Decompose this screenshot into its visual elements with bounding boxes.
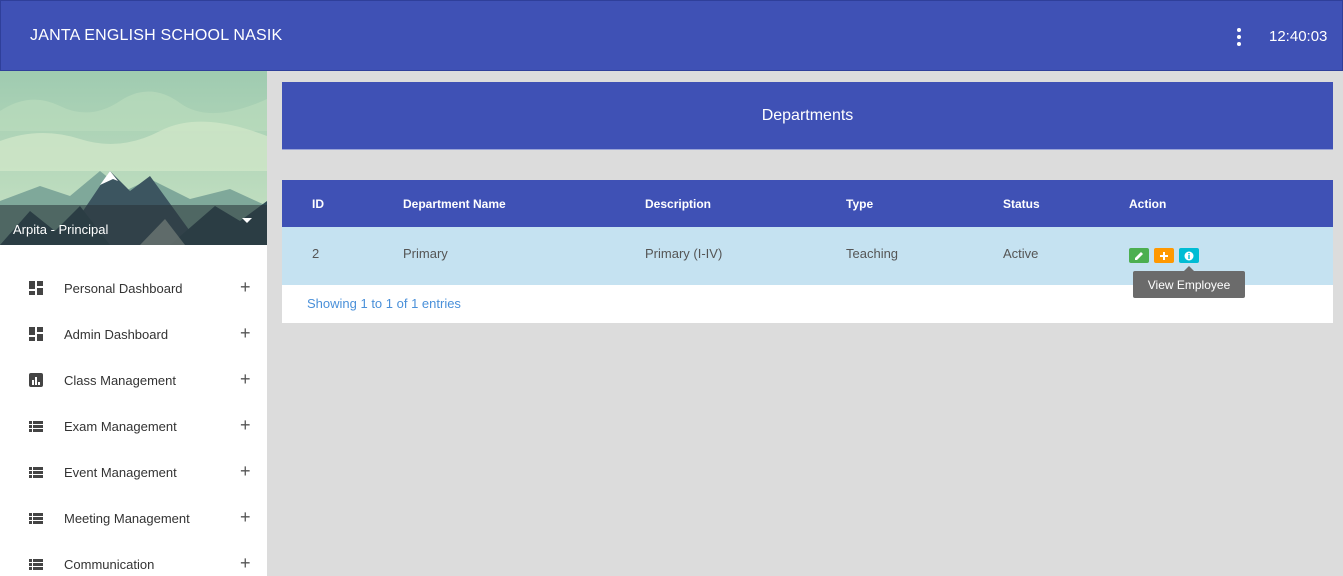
caret-down-icon[interactable] xyxy=(242,218,252,223)
expand-plus-icon[interactable]: + xyxy=(240,278,251,296)
page-header: Departments xyxy=(282,82,1333,150)
profile-banner: Arpita - Principal xyxy=(0,71,267,245)
view-employee-button[interactable] xyxy=(1179,248,1199,263)
departments-table: ID Department Name Description Type Stat… xyxy=(282,180,1333,323)
sidebar-item-label: Class Management xyxy=(64,373,176,388)
sidebar-nav: Personal Dashboard + Admin Dashboard + C… xyxy=(0,265,267,576)
column-header-id[interactable]: ID xyxy=(312,197,324,211)
sidebar-item-label: Communication xyxy=(64,557,155,572)
tooltip: View Employee xyxy=(1133,271,1245,298)
expand-plus-icon[interactable]: + xyxy=(240,554,251,572)
cell-description: Primary (I-IV) xyxy=(645,246,723,261)
sidebar-item-label: Meeting Management xyxy=(64,511,190,526)
app-title: JANTA ENGLISH SCHOOL NASIK xyxy=(30,27,283,44)
cell-id: 2 xyxy=(312,246,320,261)
sidebar-item-class-management[interactable]: Class Management + xyxy=(0,357,267,403)
column-header-action: Action xyxy=(1129,197,1167,211)
sidebar-item-communication[interactable]: Communication + xyxy=(0,541,267,576)
list-icon xyxy=(29,421,43,432)
column-header-status[interactable]: Status xyxy=(1003,197,1040,211)
clock: 12:40:03 xyxy=(1269,28,1328,45)
expand-plus-icon[interactable]: + xyxy=(240,324,251,342)
sidebar-item-label: Exam Management xyxy=(64,419,177,434)
expand-plus-icon[interactable]: + xyxy=(240,416,251,434)
table-header: ID Department Name Description Type Stat… xyxy=(282,180,1333,227)
sidebar-item-label: Event Management xyxy=(64,465,177,480)
list-icon xyxy=(29,513,43,524)
edit-button[interactable] xyxy=(1129,248,1149,263)
bar-chart-icon xyxy=(29,373,43,387)
info-icon xyxy=(1184,251,1194,260)
expand-plus-icon[interactable]: + xyxy=(240,462,251,480)
expand-plus-icon[interactable]: + xyxy=(240,370,251,388)
sidebar: Arpita - Principal Personal Dashboard + … xyxy=(0,71,267,576)
sidebar-item-personal-dashboard[interactable]: Personal Dashboard + xyxy=(0,265,267,311)
sidebar-item-exam-management[interactable]: Exam Management + xyxy=(0,403,267,449)
cell-status: Active xyxy=(1003,246,1039,261)
list-icon xyxy=(29,559,43,570)
column-header-type[interactable]: Type xyxy=(846,197,873,211)
more-vert-icon[interactable] xyxy=(1230,25,1248,49)
cell-department-name: Primary xyxy=(403,246,448,261)
column-header-description[interactable]: Description xyxy=(645,197,711,211)
expand-plus-icon[interactable]: + xyxy=(240,508,251,526)
add-icon xyxy=(1160,251,1168,260)
edit-icon xyxy=(1135,251,1143,260)
top-bar: JANTA ENGLISH SCHOOL NASIK 12:40:03 xyxy=(0,0,1343,71)
sidebar-item-meeting-management[interactable]: Meeting Management + xyxy=(0,495,267,541)
page-title: Departments xyxy=(761,106,854,124)
table-info: Showing 1 to 1 of 1 entries xyxy=(307,296,461,311)
profile-name: Arpita - Principal xyxy=(13,222,109,237)
column-header-department-name[interactable]: Department Name xyxy=(403,197,506,211)
grid-icon xyxy=(29,327,43,341)
cell-type: Teaching xyxy=(846,246,899,261)
sidebar-item-event-management[interactable]: Event Management + xyxy=(0,449,267,495)
sidebar-item-admin-dashboard[interactable]: Admin Dashboard + xyxy=(0,311,267,357)
add-button[interactable] xyxy=(1154,248,1174,263)
sidebar-item-label: Personal Dashboard xyxy=(64,281,183,296)
dashboard-icon xyxy=(29,281,43,295)
list-icon xyxy=(29,467,43,478)
sidebar-item-label: Admin Dashboard xyxy=(64,327,169,342)
